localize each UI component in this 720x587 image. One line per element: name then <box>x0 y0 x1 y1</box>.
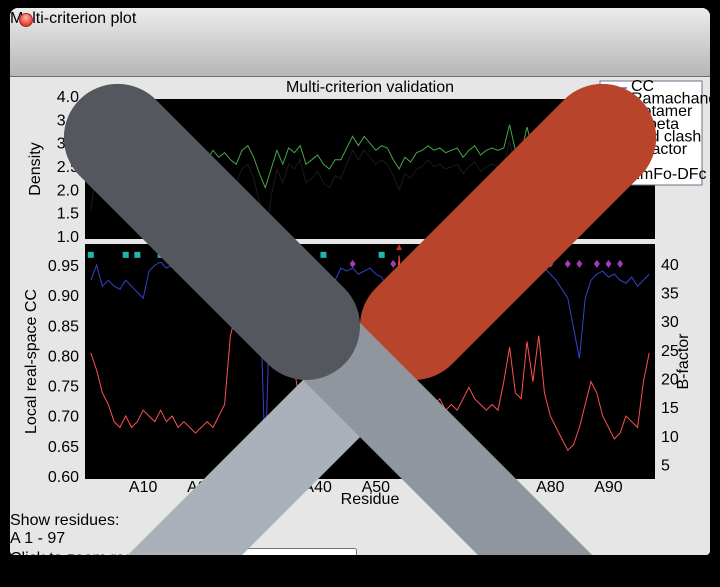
app-window: Multi-criterion plot Show/hide controls <box>10 8 710 555</box>
zoom-button[interactable] <box>61 13 73 25</box>
window-chrome: Multi-criterion plot Show/hide controls <box>10 8 710 77</box>
title-bar[interactable]: Multi-criterion plot <box>10 8 710 30</box>
tools-icon <box>10 30 710 555</box>
traffic-lights <box>19 13 73 27</box>
desktop-background: Multi-criterion plot Show/hide controls <box>0 0 720 587</box>
close-button[interactable] <box>19 13 33 27</box>
show-hide-controls-button[interactable]: Show/hide controls <box>10 30 710 555</box>
toolbar: Show/hide controls Save <box>10 30 710 555</box>
minimize-button[interactable] <box>41 13 53 25</box>
